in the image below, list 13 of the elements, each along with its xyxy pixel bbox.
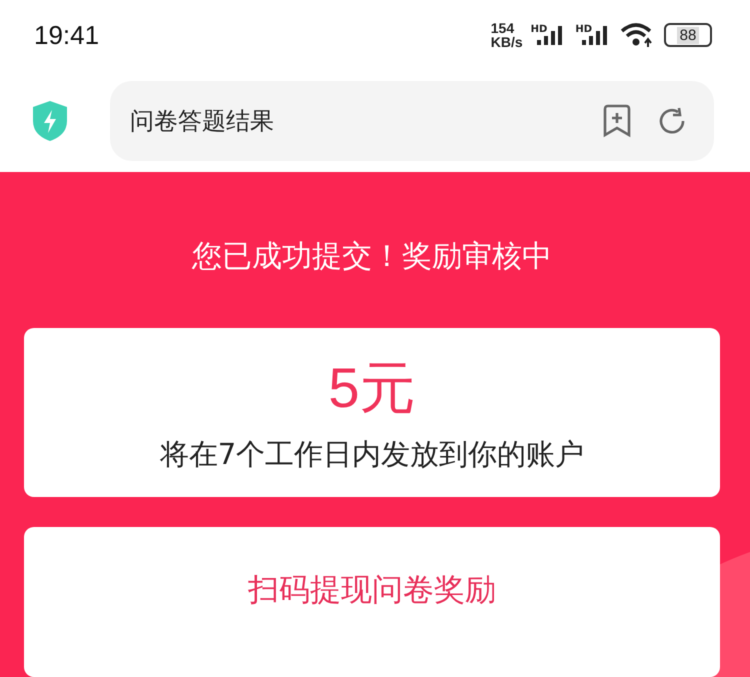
withdraw-title: 扫码提现问卷奖励 [248, 571, 496, 610]
address-bar[interactable]: 问卷答题结果 [110, 81, 714, 161]
network-speed: 154 KB/s [490, 21, 523, 49]
page-title: 问卷答题结果 [130, 106, 275, 137]
network-type-label: HD [530, 24, 548, 35]
bookmark-add-icon[interactable] [602, 104, 632, 138]
status-time: 19:41 [34, 20, 100, 50]
reward-amount: 5元 [328, 354, 416, 421]
payout-note: 将在7个工作日内发放到你的账户 [160, 436, 584, 473]
network-type-label: HD [575, 24, 592, 35]
shield-icon [30, 99, 70, 143]
battery-indicator: 88 [664, 23, 712, 47]
submission-status-text: 您已成功提交！奖励审核中 [190, 238, 553, 276]
